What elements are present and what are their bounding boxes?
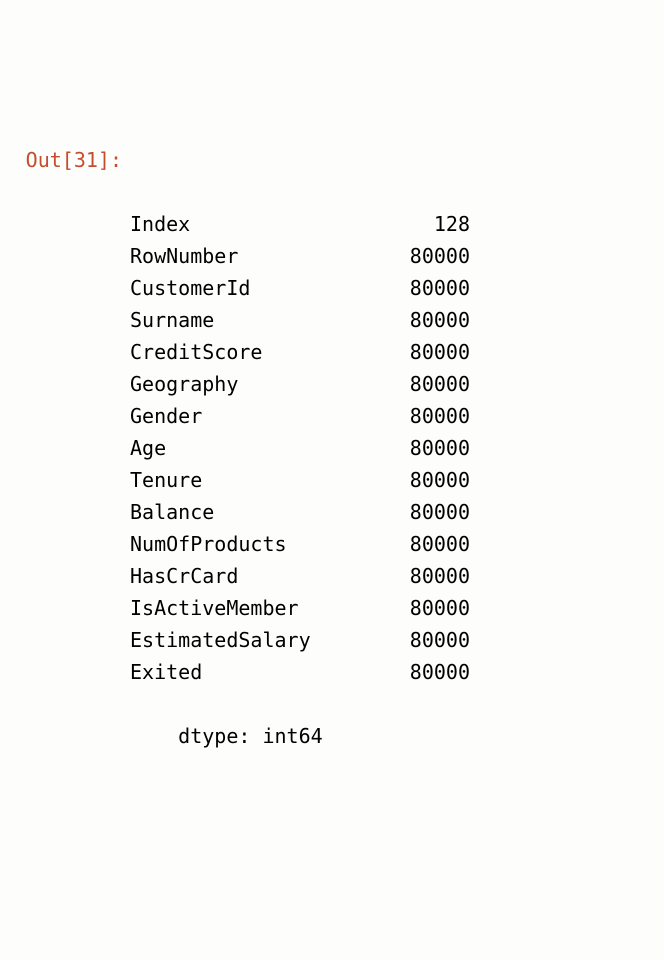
series-row: Tenure80000 [130, 464, 470, 496]
series-row: Balance80000 [130, 496, 470, 528]
series-value: 80000 [390, 432, 470, 464]
series-index-label: Tenure [130, 464, 390, 496]
series-index-label: Gender [130, 400, 390, 432]
series-row: Age80000 [130, 432, 470, 464]
series-index-label: EstimatedSalary [130, 624, 390, 656]
series-value: 80000 [390, 368, 470, 400]
series-value: 80000 [390, 336, 470, 368]
series-row: IsActiveMember80000 [130, 592, 470, 624]
series-index-label: Balance [130, 496, 390, 528]
series-index-label: Geography [130, 368, 390, 400]
series-value: 80000 [390, 400, 470, 432]
series-row: Index128 [130, 208, 470, 240]
series-value: 128 [390, 208, 470, 240]
series-index-label: Index [130, 208, 390, 240]
series-dtype-footer: dtype: int64 [178, 720, 323, 752]
series-row: Geography80000 [130, 368, 470, 400]
series-index-label: Age [130, 432, 390, 464]
series-value: 80000 [390, 592, 470, 624]
series-output: Index128RowNumber80000CustomerId80000Sur… [130, 144, 470, 784]
series-index-label: IsActiveMember [130, 592, 390, 624]
series-row: Surname80000 [130, 304, 470, 336]
series-row: CustomerId80000 [130, 272, 470, 304]
series-row: NumOfProducts80000 [130, 528, 470, 560]
series-row: Exited80000 [130, 656, 470, 688]
series-value: 80000 [390, 272, 470, 304]
series-row: Gender80000 [130, 400, 470, 432]
series-value: 80000 [390, 240, 470, 272]
series-value: 80000 [390, 560, 470, 592]
series-row: HasCrCard80000 [130, 560, 470, 592]
series-index-label: CreditScore [130, 336, 390, 368]
series-index-label: Surname [130, 304, 390, 336]
series-value: 80000 [390, 656, 470, 688]
series-index-label: NumOfProducts [130, 528, 390, 560]
series-index-label: CustomerId [130, 272, 390, 304]
series-row: CreditScore80000 [130, 336, 470, 368]
series-row: EstimatedSalary80000 [130, 624, 470, 656]
series-value: 80000 [390, 496, 470, 528]
output-prompt: Out[31]: [12, 144, 130, 176]
series-value: 80000 [390, 624, 470, 656]
series-value: 80000 [390, 528, 470, 560]
series-value: 80000 [390, 464, 470, 496]
series-index-label: HasCrCard [130, 560, 390, 592]
notebook-output-cell: Out[31]: Index128RowNumber80000CustomerI… [12, 144, 652, 784]
series-index-label: RowNumber [130, 240, 390, 272]
series-row: RowNumber80000 [130, 240, 470, 272]
series-index-label: Exited [130, 656, 390, 688]
series-value: 80000 [390, 304, 470, 336]
